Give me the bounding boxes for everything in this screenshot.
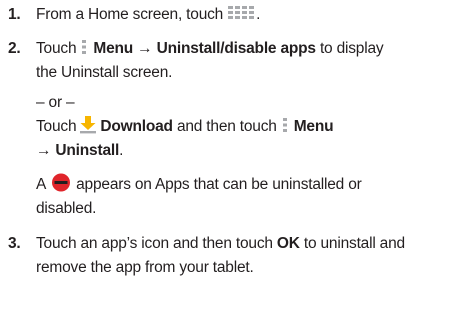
step-2-number: 2. (8, 40, 21, 57)
uninstall-badge-icon (49, 173, 73, 193)
step-2-note-text: appears on Apps that can be uninstalled … (76, 176, 362, 194)
step-2-or-separator: – or – (36, 94, 75, 111)
step-3-line-1: Touch an app’s icon and then touch OK to… (36, 234, 405, 254)
step-3-suffix-text: to uninstall and (303, 235, 405, 252)
step-2-note-line-2: disabled. (36, 200, 97, 217)
step-3-ok-label: OK (276, 235, 300, 252)
download-icon (79, 115, 97, 135)
step-2-target-label: Uninstall/disable apps (156, 40, 316, 58)
step-2-arrow: → (137, 40, 153, 58)
menu-icon (80, 37, 88, 57)
step-2-menu-label: Menu (93, 40, 134, 58)
step-2-alt-menu-label: Menu (293, 118, 334, 136)
step-1-text: From a Home screen, touch . (36, 5, 260, 25)
step-2-alt-target-label: Uninstall (55, 142, 120, 159)
step-2-rest-text: to display (319, 40, 384, 58)
step-2-alt-end: . (119, 142, 124, 159)
step-3-line-2: remove the app from your tablet. (36, 259, 254, 276)
step-3-prefix-text: Touch an app’s icon and then touch (36, 235, 273, 252)
step-2-line-1: Touch Menu → Uninstall/disable apps to d… (36, 37, 384, 59)
step-1-instruction: From a Home screen, touch (36, 6, 224, 24)
step-2-alt-line-2: → Uninstall. (36, 141, 123, 161)
step-2-download-label: Download (100, 118, 173, 136)
step-2-alt-line-1: Touch Download and then touch Menu (36, 115, 334, 137)
instruction-document: 1. From a Home screen, touch . 2. Touch (0, 0, 472, 310)
menu-icon (281, 115, 289, 135)
step-2-line-2: the Uninstall screen. (36, 64, 173, 81)
step-2-alt-arrow: → (36, 142, 52, 159)
step-3-number: 3. (8, 235, 21, 252)
step-2-note-prefix: A (36, 176, 47, 194)
step-2-alt-touch-text: Touch (36, 118, 77, 136)
step-2-note-line-1: A appears on Apps that can be uninstalle… (36, 173, 362, 195)
step-1-period: . (256, 6, 261, 24)
apps-grid-icon (226, 3, 256, 23)
step-2-touch-text: Touch (36, 40, 77, 58)
step-1-number: 1. (8, 6, 21, 23)
step-2-alt-mid-text: and then touch (176, 118, 277, 136)
